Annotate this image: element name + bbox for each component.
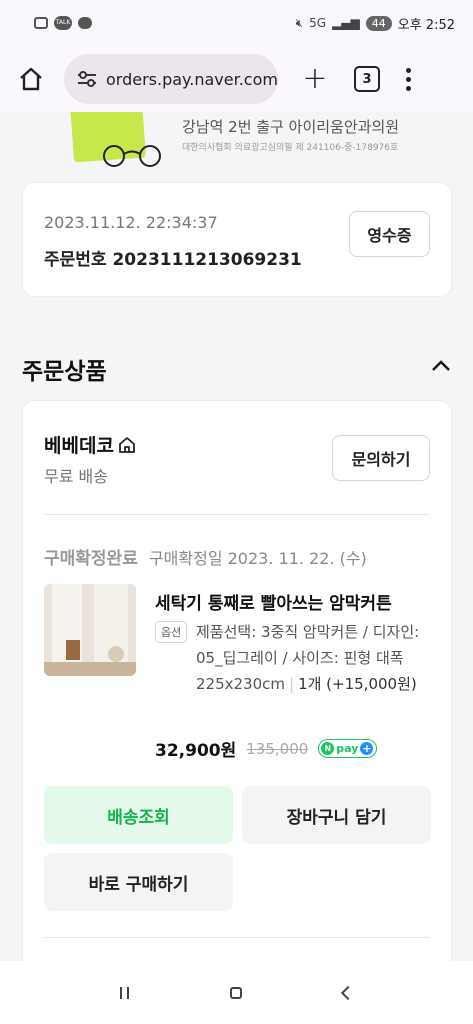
site-settings-icon[interactable] [76,70,98,88]
ad-title: 강남역 2번 출구 아이리움안과의원 [182,118,400,136]
tab-switcher-button[interactable]: 3 [354,66,380,92]
order-number: 주문번호 2023111213069231 [44,250,302,270]
product-name[interactable]: 세탁기 통째로 빨아쓰는 암막커튼 [155,589,433,614]
store-home-icon [119,436,135,453]
more-menu-button[interactable] [406,67,411,91]
recent-apps-button[interactable] [120,986,130,999]
divider [44,514,430,515]
home-icon [20,67,42,91]
order-info-card: 2023.11.12. 22:34:37 주문번호 20231112130692… [22,182,452,297]
npay-plus-badge: N pay + [318,739,378,758]
product-thumbnail[interactable] [44,584,136,676]
status-label: 구매확정완료 [44,549,138,569]
buy-now-button[interactable]: 바로 구매하기 [44,853,233,911]
new-tab-button[interactable]: + [300,64,330,94]
option-description: 제품선택: 3중직 암막커튼 / 디자인: 05_딥그레이 / 사이즈: 핀형 … [196,623,420,693]
npay-label: pay [336,742,359,755]
status-date: 구매확정일 2023. 11. 22. (수) [148,549,367,568]
delivery-fee: 무료 배송 [44,467,108,486]
divider [44,937,430,938]
ad-subtitle: 대한의사협회 의료광고심의필 제 241106-중-178976호 [182,143,399,153]
order-date: 2023.11.12. 22:34:37 [44,213,218,232]
purchase-status: 구매확정완료 구매확정일 2023. 11. 22. (수) [44,544,367,569]
receipt-button[interactable]: 영수증 [349,211,430,257]
clock: 오후 2:52 [397,17,455,33]
page-content: 강남역 2번 출구 아이리움안과의원 대한의사협회 의료광고심의필 제 2411… [0,112,473,961]
kakaotalk-icon: TALK [54,16,72,30]
message-icon [78,17,92,29]
price-row: 32,900원 135,000 N pay + [155,736,378,761]
product-card: 베베데코 무료 배송 문의하기 구매확정완료 구매확정일 2023. 11. 2… [22,400,452,961]
address-bar[interactable]: orders.pay.naver.com/ [64,54,278,104]
browser-toolbar: orders.pay.naver.com/ + 3 [0,46,473,112]
system-nav-bar [0,961,473,1024]
original-price: 135,000 [246,739,309,758]
signal-icon: ▂▄▆ [332,16,360,30]
section-title: 주문상품 [22,359,107,385]
glasses-image [103,145,161,167]
plus-icon: + [360,742,374,755]
shop-name: 베베데코 [44,435,114,457]
home-button[interactable] [16,64,46,94]
home-nav-button[interactable] [229,986,242,999]
inquire-button[interactable]: 문의하기 [332,435,430,481]
option-badge: 옵션 [155,621,188,643]
screenshot-icon [34,17,48,29]
add-to-cart-button[interactable]: 장바구니 담기 [242,786,431,844]
mute-icon: 🔇︎ [295,15,304,30]
track-delivery-button[interactable]: 배송조회 [44,786,233,844]
status-bar: TALK 🔇︎ 5G ▂▄▆ 44 오후 2:52 [0,0,473,46]
chevron-up-icon[interactable] [431,358,451,372]
option-quantity: 1개 (+15,000원) [298,675,417,693]
network-label: 5G [309,16,327,30]
battery-indicator: 44 [365,15,392,31]
back-button[interactable] [340,985,355,1000]
ad-banner[interactable]: 강남역 2번 출구 아이리움안과의원 대한의사협회 의료광고심의필 제 2411… [22,112,452,172]
price: 32,900원 [155,741,237,761]
npay-n-icon: N [321,742,335,755]
shop-name-link[interactable]: 베베데코 [44,431,136,458]
curtain-image [44,584,136,676]
url-text: orders.pay.naver.com/ [106,69,278,89]
